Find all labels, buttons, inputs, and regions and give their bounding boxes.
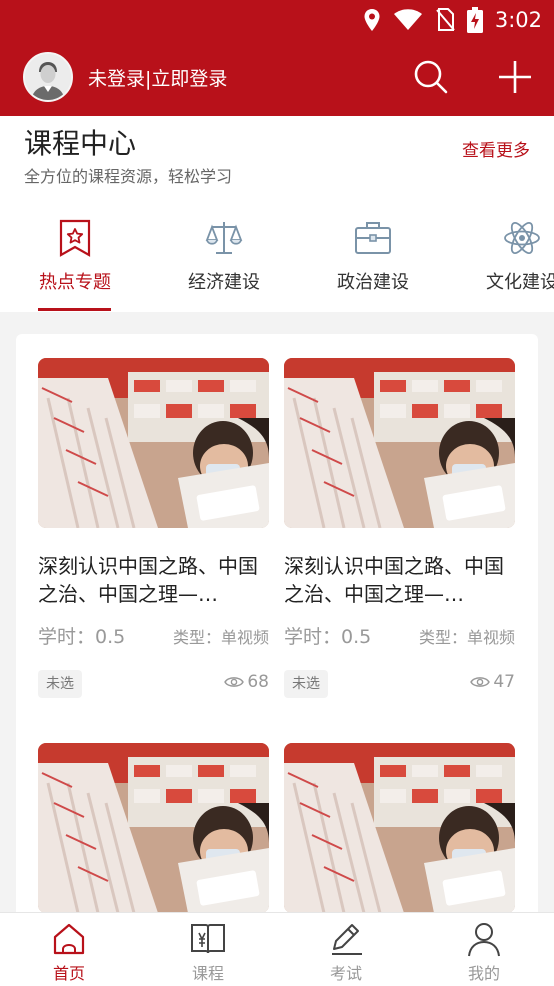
avatar-icon (25, 54, 71, 100)
tab-culture[interactable]: 文化建设 (452, 212, 554, 312)
nav-courses[interactable]: 课程 (158, 913, 258, 986)
course-thumbnail (38, 743, 269, 913)
status-bar: 3:02 (0, 0, 554, 40)
nav-profile[interactable]: 我的 (434, 913, 534, 986)
nav-label: 课程 (191, 964, 224, 983)
category-tabs: 热点专题 经济建设 政治建设 文化建设 (0, 212, 554, 312)
bookmark-star-icon (59, 219, 91, 257)
course-list-panel: 深刻认识中国之路、中国之治、中国之理—… 学时：0.5 类型：单视频 未选 68 (16, 334, 538, 934)
course-thumbnail (284, 358, 515, 528)
thumbnail-image (38, 358, 269, 528)
book-icon (191, 924, 225, 954)
view-count: 47 (470, 672, 515, 692)
tab-label: 经济建设 (188, 272, 260, 293)
login-link[interactable]: 未登录|立即登录 (88, 64, 227, 91)
course-title: 深刻认识中国之路、中国之治、中国之理—… (38, 554, 258, 606)
search-icon (414, 60, 448, 94)
course-card[interactable] (38, 743, 269, 934)
atom-icon (504, 222, 540, 254)
eye-icon (224, 677, 245, 687)
course-card[interactable]: 深刻认识中国之路、中国之治、中国之理—… 学时：0.5 类型：单视频 未选 47 (284, 358, 515, 698)
course-hours: 学时：0.5 (38, 626, 126, 648)
tab-label: 文化建设 (486, 272, 554, 293)
view-count-value: 47 (493, 672, 515, 692)
tab-label: 政治建设 (337, 272, 409, 293)
active-tab-indicator (38, 308, 111, 311)
nav-label: 考试 (329, 964, 362, 983)
course-card[interactable] (284, 743, 515, 934)
view-more-link[interactable]: 查看更多 (462, 136, 530, 161)
pen-icon (332, 924, 362, 955)
thumbnail-image (38, 743, 269, 913)
nav-label: 首页 (52, 964, 85, 983)
view-count-value: 68 (247, 672, 269, 692)
course-footer: 未选 68 (38, 670, 269, 698)
section-subtitle: 全方位的课程资源，轻松学习 (24, 167, 233, 186)
eye-icon (470, 677, 491, 687)
search-button[interactable] (412, 58, 450, 96)
course-type: 类型：单视频 (418, 628, 515, 647)
user-icon (468, 923, 500, 957)
tab-economy[interactable]: 经济建设 (154, 212, 294, 312)
scale-icon (205, 222, 243, 254)
tab-politics[interactable]: 政治建设 (303, 212, 443, 312)
course-meta: 学时：0.5 类型：单视频 (284, 622, 515, 648)
tab-label: 热点专题 (39, 272, 111, 293)
nav-label: 我的 (467, 964, 500, 983)
course-thumbnail (284, 743, 515, 913)
course-type: 类型：单视频 (172, 628, 269, 647)
course-center-section: 课程中心 全方位的课程资源，轻松学习 查看更多 热点专题 经济建设 政治建设 文… (0, 116, 554, 312)
status-time: 3:02 (494, 8, 542, 32)
battery-charging-icon (466, 7, 483, 33)
thumbnail-image (284, 743, 515, 913)
section-title: 课程中心 (24, 127, 137, 160)
bottom-navigation: 首页 课程 考试 我的 (0, 912, 554, 986)
course-meta: 学时：0.5 类型：单视频 (38, 622, 269, 648)
course-hours: 学时：0.5 (284, 626, 372, 648)
avatar[interactable] (23, 52, 73, 102)
plus-icon (499, 61, 531, 93)
course-thumbnail (38, 358, 269, 528)
wifi-icon (393, 9, 422, 30)
nav-home[interactable]: 首页 (19, 913, 119, 986)
no-sim-icon (436, 8, 455, 31)
selection-status-badge: 未选 (284, 670, 328, 698)
nav-exams[interactable]: 考试 (296, 913, 396, 986)
status-icons: 3:02 (363, 6, 542, 34)
view-count: 68 (224, 672, 269, 692)
app-bar: 未登录|立即登录 (0, 44, 554, 110)
briefcase-icon (355, 222, 391, 254)
thumbnail-image (284, 358, 515, 528)
course-footer: 未选 47 (284, 670, 515, 698)
home-icon (53, 923, 85, 955)
add-button[interactable] (496, 58, 534, 96)
course-card[interactable]: 深刻认识中国之路、中国之治、中国之理—… 学时：0.5 类型：单视频 未选 68 (38, 358, 269, 698)
location-icon (364, 9, 380, 31)
selection-status-badge: 未选 (38, 670, 82, 698)
course-title: 深刻认识中国之路、中国之治、中国之理—… (284, 554, 504, 606)
tab-hot-topics[interactable]: 热点专题 (5, 212, 145, 312)
